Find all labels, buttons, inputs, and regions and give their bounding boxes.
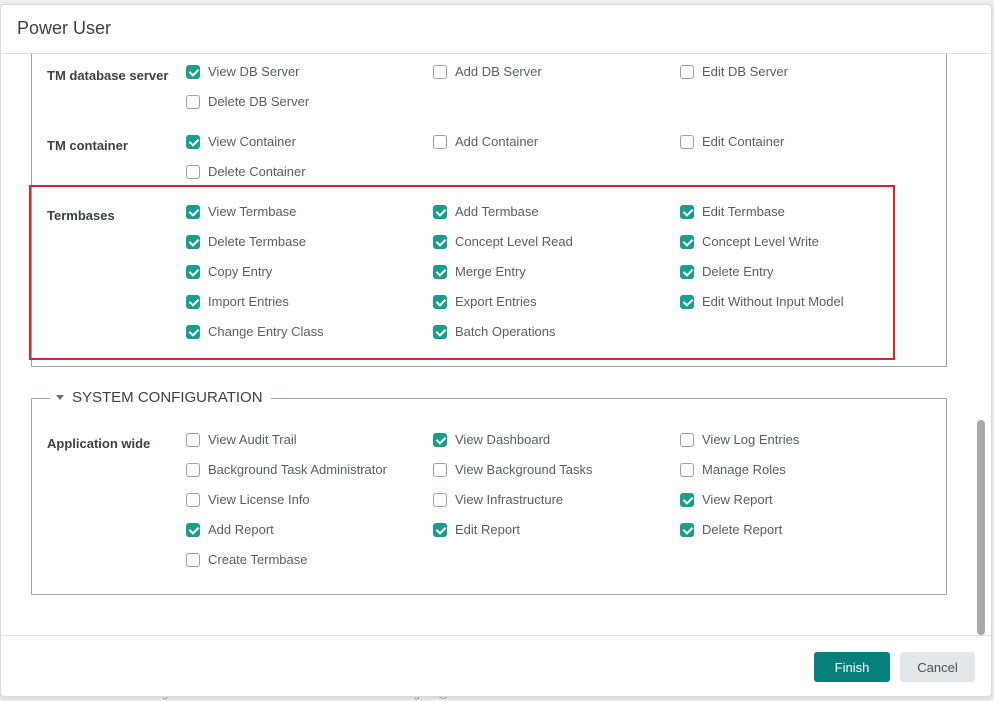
permission-view-container[interactable]: View Container xyxy=(186,134,296,149)
checkbox-unchecked-icon[interactable] xyxy=(186,462,200,477)
permission-delete-db-server[interactable]: Delete DB Server xyxy=(186,94,309,109)
permission-edit-db-server[interactable]: Edit DB Server xyxy=(680,64,788,79)
permission-label: Add Container xyxy=(455,134,539,149)
permission-view-audit-trail[interactable]: View Audit Trail xyxy=(186,432,297,447)
permission-view-dashboard[interactable]: View Dashboard xyxy=(433,432,550,447)
permission-label: View Log Entries xyxy=(702,432,800,447)
permission-label: Delete DB Server xyxy=(208,94,310,109)
dialog-body: SYSTEM CONFIGURATION TM database server … xyxy=(1,54,991,635)
dialog-title: Power User xyxy=(17,18,112,38)
section-title: SYSTEM CONFIGURATION xyxy=(72,389,263,406)
permission-view-background-tasks[interactable]: View Background Tasks xyxy=(433,462,593,477)
checkbox-unchecked-icon[interactable] xyxy=(186,492,200,507)
caret-down-icon xyxy=(56,395,64,400)
group-label-tm-database-server: TM database server xyxy=(47,68,169,83)
permission-label: Background Task Administrator xyxy=(208,462,387,477)
checkbox-checked-icon[interactable] xyxy=(186,522,200,537)
scrollbar-thumb[interactable] xyxy=(977,420,985,635)
power-user-dialog: Power User SYSTEM CONFIGURATION TM datab… xyxy=(0,4,992,697)
dialog-header: Power User xyxy=(1,5,991,54)
checkbox-unchecked-icon[interactable] xyxy=(186,94,200,109)
permission-add-report[interactable]: Add Report xyxy=(186,522,274,537)
permission-view-license-info[interactable]: View License Info xyxy=(186,492,310,507)
checkbox-unchecked-icon[interactable] xyxy=(680,64,694,79)
section-toggle[interactable]: SYSTEM CONFIGURATION xyxy=(50,389,271,406)
permission-manage-roles[interactable]: Manage Roles xyxy=(680,462,786,477)
permission-add-container[interactable]: Add Container xyxy=(433,134,538,149)
permission-label: View Audit Trail xyxy=(208,432,297,447)
permission-label: View Background Tasks xyxy=(455,462,593,477)
checkbox-checked-icon[interactable] xyxy=(186,134,200,149)
permission-label: Add Report xyxy=(208,522,274,537)
permission-view-infrastructure[interactable]: View Infrastructure xyxy=(433,492,563,507)
permission-add-db-server[interactable]: Add DB Server xyxy=(433,64,542,79)
permission-label: View Dashboard xyxy=(455,432,551,447)
checkbox-unchecked-icon[interactable] xyxy=(186,432,200,447)
group-label-tm-container: TM container xyxy=(47,138,128,153)
checkbox-unchecked-icon[interactable] xyxy=(186,552,200,567)
permission-label: View Container xyxy=(208,134,296,149)
checkbox-checked-icon[interactable] xyxy=(680,522,694,537)
permission-delete-report[interactable]: Delete Report xyxy=(680,522,782,537)
permission-create-termbase[interactable]: Create Termbase xyxy=(186,552,307,567)
permission-view-log-entries[interactable]: View Log Entries xyxy=(680,432,799,447)
permission-label: Edit Report xyxy=(455,522,521,537)
permission-label: Create Termbase xyxy=(208,552,308,567)
checkbox-unchecked-icon[interactable] xyxy=(433,64,447,79)
permission-label: View Report xyxy=(702,492,773,507)
checkbox-unchecked-icon[interactable] xyxy=(680,432,694,447)
finish-button[interactable]: Finish xyxy=(814,652,890,682)
checkbox-checked-icon[interactable] xyxy=(433,522,447,537)
permission-label: Delete Container xyxy=(208,164,306,179)
permission-label: View DB Server xyxy=(208,64,300,79)
permission-label: Edit Container xyxy=(702,134,785,149)
permission-background-task-administrator[interactable]: Background Task Administrator xyxy=(186,462,387,477)
permission-delete-container[interactable]: Delete Container xyxy=(186,164,306,179)
checkbox-checked-icon[interactable] xyxy=(186,64,200,79)
permission-label: View License Info xyxy=(208,492,310,507)
checkbox-unchecked-icon[interactable] xyxy=(186,164,200,179)
permission-view-report[interactable]: View Report xyxy=(680,492,773,507)
permission-label: Manage Roles xyxy=(702,462,786,477)
cancel-button[interactable]: Cancel xyxy=(900,652,975,682)
permission-label: View Infrastructure xyxy=(455,492,564,507)
permission-edit-report[interactable]: Edit Report xyxy=(433,522,520,537)
group-label-application-wide: Application wide xyxy=(47,436,151,451)
permission-edit-container[interactable]: Edit Container xyxy=(680,134,784,149)
checkbox-unchecked-icon[interactable] xyxy=(433,462,447,477)
checkbox-unchecked-icon[interactable] xyxy=(433,492,447,507)
checkbox-unchecked-icon[interactable] xyxy=(680,134,694,149)
permission-label: Delete Report xyxy=(702,522,783,537)
checkbox-unchecked-icon[interactable] xyxy=(433,134,447,149)
permission-label: Add DB Server xyxy=(455,64,542,79)
termbases-highlight-box xyxy=(29,185,895,360)
checkbox-unchecked-icon[interactable] xyxy=(680,462,694,477)
dialog-footer: Finish Cancel xyxy=(1,635,991,697)
checkbox-checked-icon[interactable] xyxy=(680,492,694,507)
permission-view-db-server[interactable]: View DB Server xyxy=(186,64,300,79)
checkbox-checked-icon[interactable] xyxy=(433,432,447,447)
permission-label: Edit DB Server xyxy=(702,64,788,79)
